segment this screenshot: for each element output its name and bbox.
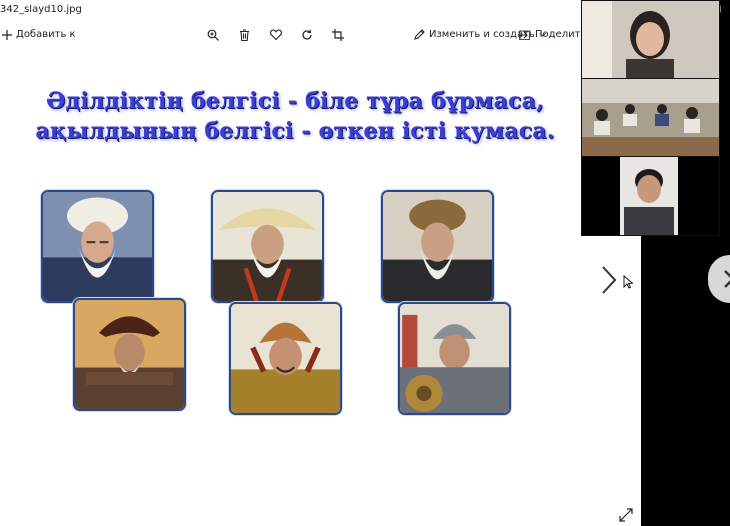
heart-icon [270, 29, 282, 40]
next-image-button[interactable] [600, 265, 618, 299]
portrait-6 [398, 302, 511, 415]
window-title: 342_slayd10.jpg [0, 4, 82, 15]
zoom-button[interactable] [207, 29, 219, 41]
rotate-icon [302, 29, 312, 40]
heading-line-1: Әділдіктің белгісі - біле тұра бұрмаса, [46, 88, 544, 114]
delete-button[interactable] [239, 29, 250, 41]
plus-icon [2, 29, 12, 40]
crop-button[interactable] [332, 29, 344, 41]
slide-heading: Әділдіктің белгісі - біле тұра бұрмаса, … [0, 86, 590, 146]
add-to-label: Добавить к [16, 29, 76, 40]
chevron-right-icon [602, 266, 617, 294]
edit-icon [414, 29, 425, 40]
add-to-button[interactable]: Добавить к [2, 29, 76, 40]
rotate-button[interactable] [301, 29, 313, 41]
video-tile-student[interactable] [581, 156, 720, 236]
favorite-button[interactable] [270, 29, 282, 40]
zoom-icon [207, 29, 219, 41]
heading-line-2: ақылдының белгісі - өткен істі қумаса. [35, 118, 555, 144]
video-tile-classroom[interactable] [581, 78, 720, 158]
slide-image: Әділдіктің белгісі - біле тұра бұрмаса, … [0, 52, 590, 526]
fullscreen-button[interactable] [619, 507, 633, 526]
mouse-pointer [623, 274, 634, 293]
portrait-1 [41, 190, 154, 303]
title-bar: 342_slayd10.jpg [0, 0, 641, 22]
side-panel-toggle[interactable] [708, 255, 730, 303]
portrait-2 [211, 190, 324, 303]
video-tile-teacher[interactable] [581, 0, 720, 80]
pointer-icon [623, 275, 634, 289]
portrait-3 [381, 190, 494, 303]
chevron-right-icon [724, 270, 730, 288]
photo-toolbar: Добавить к Изменить и создать Поделиться [0, 22, 598, 52]
portrait-5 [229, 302, 342, 415]
share-icon [519, 30, 531, 40]
expand-icon [619, 508, 633, 522]
crop-icon [332, 29, 344, 41]
trash-icon [240, 29, 249, 41]
portrait-4 [73, 298, 186, 411]
